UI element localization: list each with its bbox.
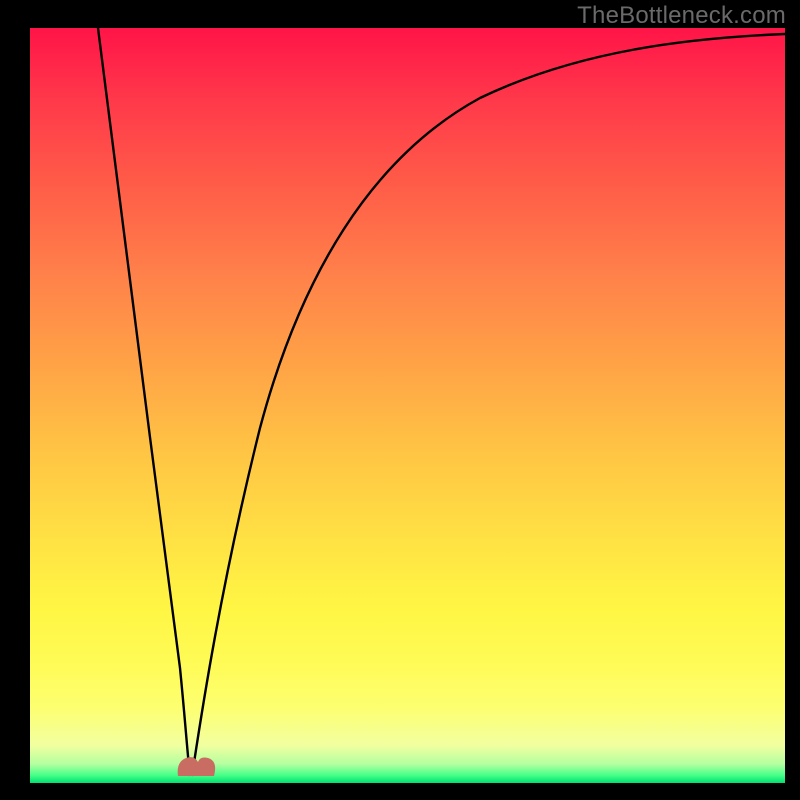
chart-stage: TheBottleneck.com	[0, 0, 800, 800]
curve-left-branch	[98, 28, 190, 776]
plot-area	[30, 28, 785, 783]
curve-layer	[30, 28, 785, 783]
attribution-label: TheBottleneck.com	[577, 2, 786, 30]
curve-right-branch	[192, 34, 785, 776]
vertex-bump-icon	[178, 757, 215, 776]
